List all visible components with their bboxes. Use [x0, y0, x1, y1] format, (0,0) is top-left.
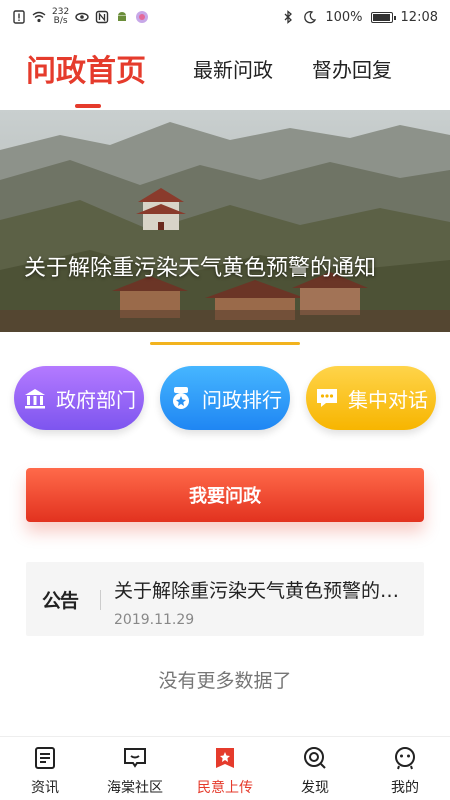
- ranking-label: 问政排行: [202, 387, 282, 412]
- tab-supervision-reply[interactable]: 督办回复: [312, 54, 392, 83]
- news-icon: [35, 747, 55, 769]
- notice-tag: 公告: [42, 590, 79, 612]
- government-departments-label: 政府部门: [56, 387, 136, 412]
- nav-discover[interactable]: 发现: [270, 737, 360, 800]
- tab-active-underline: [75, 104, 101, 108]
- battery-fill: [372, 13, 390, 21]
- ranking-button[interactable]: 问政排行: [160, 366, 290, 430]
- government-departments-button[interactable]: 政府部门: [14, 366, 144, 430]
- banner-caption[interactable]: 关于解除重污染天气黄色预警的通知: [24, 253, 434, 285]
- government-building-icon: [25, 389, 45, 409]
- wifi-icon: [32, 11, 46, 23]
- ranking-medal-icon: [173, 387, 189, 409]
- moon-icon: [304, 11, 317, 24]
- nav-profile[interactable]: 我的: [360, 737, 450, 800]
- status-right: 100% 12:08: [281, 10, 438, 25]
- app-badge-icon: [136, 11, 149, 23]
- notice-date: 2019.11.29: [114, 612, 195, 628]
- top-tabs: 问政首页 最新问政 督办回复: [0, 46, 450, 108]
- community-chat-icon: [124, 748, 146, 768]
- bluetooth-icon: [284, 10, 293, 24]
- network-speed-unit: B/s: [53, 16, 68, 26]
- network-speed: 232 B/s: [52, 8, 69, 26]
- dialogue-label: 集中对话: [348, 387, 428, 412]
- tab-latest[interactable]: 最新问政: [193, 54, 273, 83]
- battery-icon: [370, 11, 396, 23]
- nav-community-label: 海棠社区: [107, 780, 163, 796]
- carousel-indicator: [150, 342, 300, 345]
- nav-news[interactable]: 资讯: [0, 737, 90, 800]
- banner-carousel[interactable]: 关于解除重污染天气黄色预警的通知: [0, 110, 450, 332]
- nav-upload-label: 民意上传: [197, 780, 253, 796]
- nfc-icon: [95, 10, 109, 24]
- battery-percent: 100%: [325, 9, 363, 25]
- android-icon: [118, 12, 127, 21]
- notice-divider: [100, 590, 101, 610]
- alert-sim-icon: [13, 10, 25, 24]
- eye-icon: [75, 12, 89, 22]
- nav-news-label: 资讯: [31, 780, 59, 796]
- discover-search-icon: [304, 747, 326, 769]
- nav-upload[interactable]: 民意上传: [180, 737, 270, 800]
- notice-title[interactable]: 关于解除重污染天气黄色预警的通知: [114, 576, 414, 603]
- nav-profile-label: 我的: [391, 780, 419, 796]
- upload-star-icon: [216, 748, 234, 768]
- status-bar: 232 B/s 100% 12:08: [0, 0, 450, 34]
- ask-question-button[interactable]: 我要问政: [26, 468, 424, 522]
- banner-image: [0, 110, 450, 332]
- tab-home[interactable]: 问政首页: [26, 46, 146, 90]
- profile-face-icon: [395, 747, 415, 770]
- chat-bubble-icon: [317, 389, 337, 407]
- dialogue-button[interactable]: 集中对话: [306, 366, 436, 430]
- bottom-nav: 资讯 海棠社区 民意上传 发现 我的: [0, 736, 450, 800]
- nav-community[interactable]: 海棠社区: [90, 737, 180, 800]
- clock: 12:08: [400, 9, 438, 25]
- nav-discover-label: 发现: [301, 780, 329, 796]
- notice-card[interactable]: 公告 关于解除重污染天气黄色预警的通知 2019.11.29: [26, 562, 424, 636]
- status-left: 232 B/s: [12, 8, 149, 26]
- no-more-data-text: 没有更多数据了: [158, 670, 292, 692]
